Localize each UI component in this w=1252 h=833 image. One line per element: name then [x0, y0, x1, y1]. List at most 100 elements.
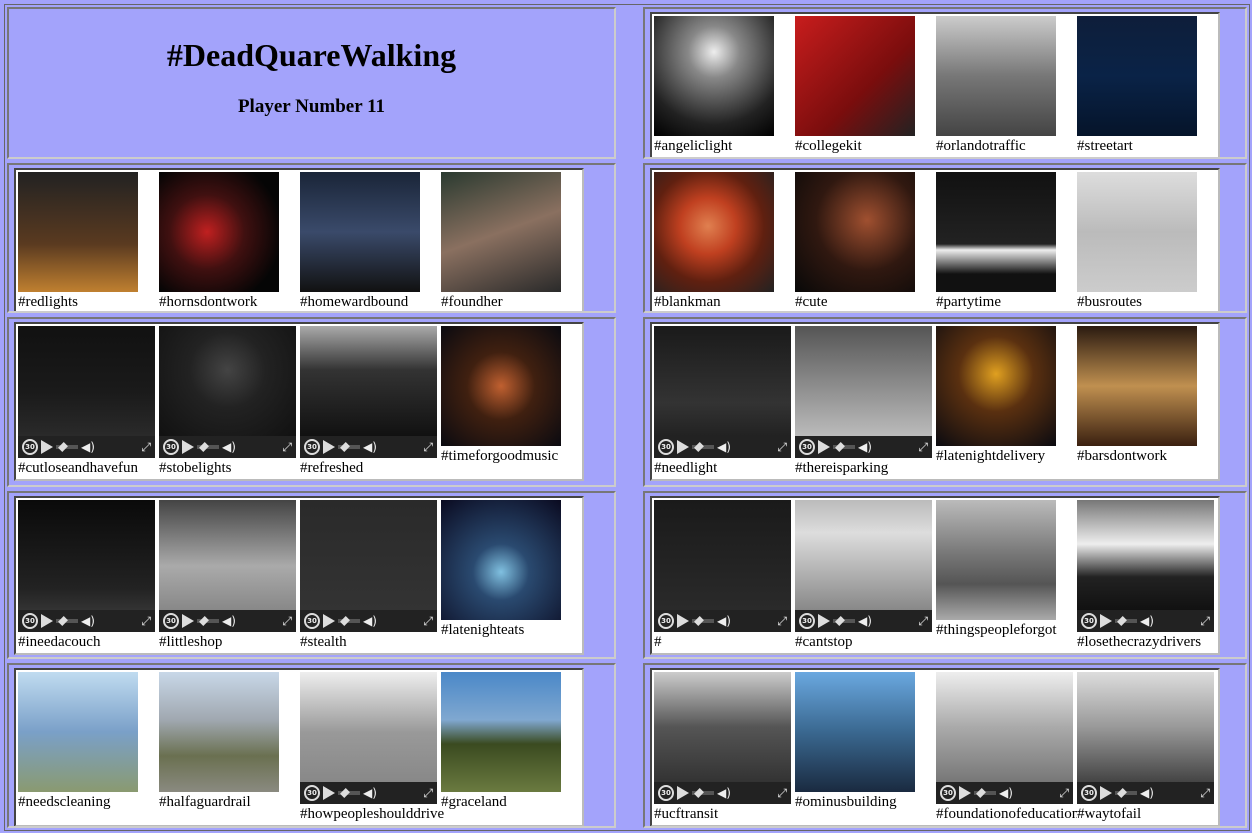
replay-30-icon[interactable]: 30 — [1081, 613, 1097, 629]
seek-slider[interactable] — [56, 445, 78, 449]
replay-30-icon[interactable]: 30 — [658, 613, 674, 629]
replay-30-icon[interactable]: 30 — [799, 613, 815, 629]
photo-thumbnail[interactable] — [795, 672, 915, 792]
play-icon[interactable] — [818, 440, 830, 454]
video-thumbnail[interactable] — [1077, 672, 1214, 782]
photo-thumbnail[interactable] — [18, 172, 138, 292]
video-item[interactable]: 30 ◀) ⤢ #stealth — [300, 500, 439, 651]
fullscreen-icon[interactable]: ⤢ — [423, 786, 433, 801]
replay-30-icon[interactable]: 30 — [304, 785, 320, 801]
fullscreen-icon[interactable]: ⤢ — [918, 614, 928, 629]
volume-icon[interactable]: ◀) — [363, 440, 377, 454]
seek-slider[interactable] — [692, 445, 714, 449]
video-item[interactable]: 30 ◀) ⤢ #stobelights — [159, 326, 298, 477]
play-icon[interactable] — [182, 614, 194, 628]
photo-thumbnail[interactable] — [1077, 326, 1197, 446]
photo-item[interactable]: #timeforgoodmusic — [441, 326, 580, 465]
photo-item[interactable]: #needscleaning — [18, 672, 157, 811]
video-item[interactable]: 30 ◀) ⤢ #howpeopleshoulddrive — [300, 672, 444, 823]
replay-30-icon[interactable]: 30 — [163, 439, 179, 455]
photo-thumbnail[interactable] — [795, 16, 915, 136]
volume-icon[interactable]: ◀) — [1140, 786, 1154, 800]
video-item[interactable]: 30 ◀) ⤢ #ineedacouch — [18, 500, 157, 651]
play-icon[interactable] — [959, 786, 971, 800]
photo-thumbnail[interactable] — [654, 172, 774, 292]
photo-item[interactable]: #cute — [795, 172, 934, 311]
seek-slider[interactable] — [833, 619, 855, 623]
photo-item[interactable]: #latenighteats — [441, 500, 580, 639]
fullscreen-icon[interactable]: ⤢ — [1059, 786, 1069, 801]
seek-slider[interactable] — [692, 619, 714, 623]
video-thumbnail[interactable] — [300, 672, 437, 782]
photo-thumbnail[interactable] — [441, 500, 561, 620]
volume-icon[interactable]: ◀) — [363, 786, 377, 800]
seek-slider[interactable] — [56, 619, 78, 623]
photo-item[interactable]: #angeliclight — [654, 16, 793, 155]
volume-icon[interactable]: ◀) — [81, 440, 95, 454]
volume-icon[interactable]: ◀) — [222, 614, 236, 628]
photo-item[interactable]: #streetart — [1077, 16, 1216, 155]
fullscreen-icon[interactable]: ⤢ — [777, 614, 787, 629]
video-thumbnail[interactable] — [1077, 500, 1214, 610]
play-icon[interactable] — [1100, 614, 1112, 628]
photo-item[interactable]: #busroutes — [1077, 172, 1216, 311]
video-thumbnail[interactable] — [18, 326, 155, 436]
photo-item[interactable]: #orlandotraffic — [936, 16, 1075, 155]
volume-icon[interactable]: ◀) — [717, 440, 731, 454]
replay-30-icon[interactable]: 30 — [22, 613, 38, 629]
video-item[interactable]: 30 ◀) ⤢ # — [654, 500, 793, 651]
video-thumbnail[interactable] — [159, 500, 296, 610]
volume-icon[interactable]: ◀) — [222, 440, 236, 454]
photo-item[interactable]: #halfaguardrail — [159, 672, 298, 811]
video-item[interactable]: 30 ◀) ⤢ #waytofail — [1077, 672, 1216, 823]
replay-30-icon[interactable]: 30 — [163, 613, 179, 629]
video-thumbnail[interactable] — [300, 500, 437, 610]
photo-thumbnail[interactable] — [441, 326, 561, 446]
replay-30-icon[interactable]: 30 — [799, 439, 815, 455]
volume-icon[interactable]: ◀) — [999, 786, 1013, 800]
fullscreen-icon[interactable]: ⤢ — [423, 614, 433, 629]
photo-thumbnail[interactable] — [654, 16, 774, 136]
play-icon[interactable] — [323, 440, 335, 454]
volume-icon[interactable]: ◀) — [81, 614, 95, 628]
photo-thumbnail[interactable] — [441, 172, 561, 292]
play-icon[interactable] — [818, 614, 830, 628]
photo-item[interactable]: #ominusbuilding — [795, 672, 934, 811]
volume-icon[interactable]: ◀) — [858, 440, 872, 454]
photo-item[interactable]: #thingspeopleforgot — [936, 500, 1075, 639]
replay-30-icon[interactable]: 30 — [658, 785, 674, 801]
fullscreen-icon[interactable]: ⤢ — [141, 614, 151, 629]
volume-icon[interactable]: ◀) — [717, 614, 731, 628]
photo-thumbnail[interactable] — [159, 672, 279, 792]
fullscreen-icon[interactable]: ⤢ — [282, 440, 292, 455]
seek-slider[interactable] — [1115, 619, 1137, 623]
video-thumbnail[interactable] — [936, 672, 1073, 782]
photo-item[interactable]: #latenightdelivery — [936, 326, 1075, 465]
photo-item[interactable]: #partytime — [936, 172, 1075, 311]
fullscreen-icon[interactable]: ⤢ — [282, 614, 292, 629]
photo-item[interactable]: #homewardbound — [300, 172, 439, 311]
fullscreen-icon[interactable]: ⤢ — [777, 440, 787, 455]
video-item[interactable]: 30 ◀) ⤢ #cantstop — [795, 500, 934, 651]
video-thumbnail[interactable] — [159, 326, 296, 436]
photo-item[interactable]: #foundher — [441, 172, 580, 311]
volume-icon[interactable]: ◀) — [858, 614, 872, 628]
fullscreen-icon[interactable]: ⤢ — [423, 440, 433, 455]
photo-thumbnail[interactable] — [300, 172, 420, 292]
photo-item[interactable]: #graceland — [441, 672, 580, 811]
photo-thumbnail[interactable] — [936, 326, 1056, 446]
replay-30-icon[interactable]: 30 — [1081, 785, 1097, 801]
replay-30-icon[interactable]: 30 — [22, 439, 38, 455]
video-item[interactable]: 30 ◀) ⤢ #ucftransit — [654, 672, 793, 823]
photo-item[interactable]: #collegekit — [795, 16, 934, 155]
photo-item[interactable]: #hornsdontwork — [159, 172, 298, 311]
replay-30-icon[interactable]: 30 — [304, 613, 320, 629]
play-icon[interactable] — [323, 786, 335, 800]
video-item[interactable]: 30 ◀) ⤢ #foundationofeducation — [936, 672, 1079, 823]
photo-thumbnail[interactable] — [159, 172, 279, 292]
play-icon[interactable] — [677, 614, 689, 628]
photo-thumbnail[interactable] — [18, 672, 138, 792]
video-item[interactable]: 30 ◀) ⤢ #refreshed — [300, 326, 439, 477]
seek-slider[interactable] — [338, 791, 360, 795]
seek-slider[interactable] — [338, 445, 360, 449]
